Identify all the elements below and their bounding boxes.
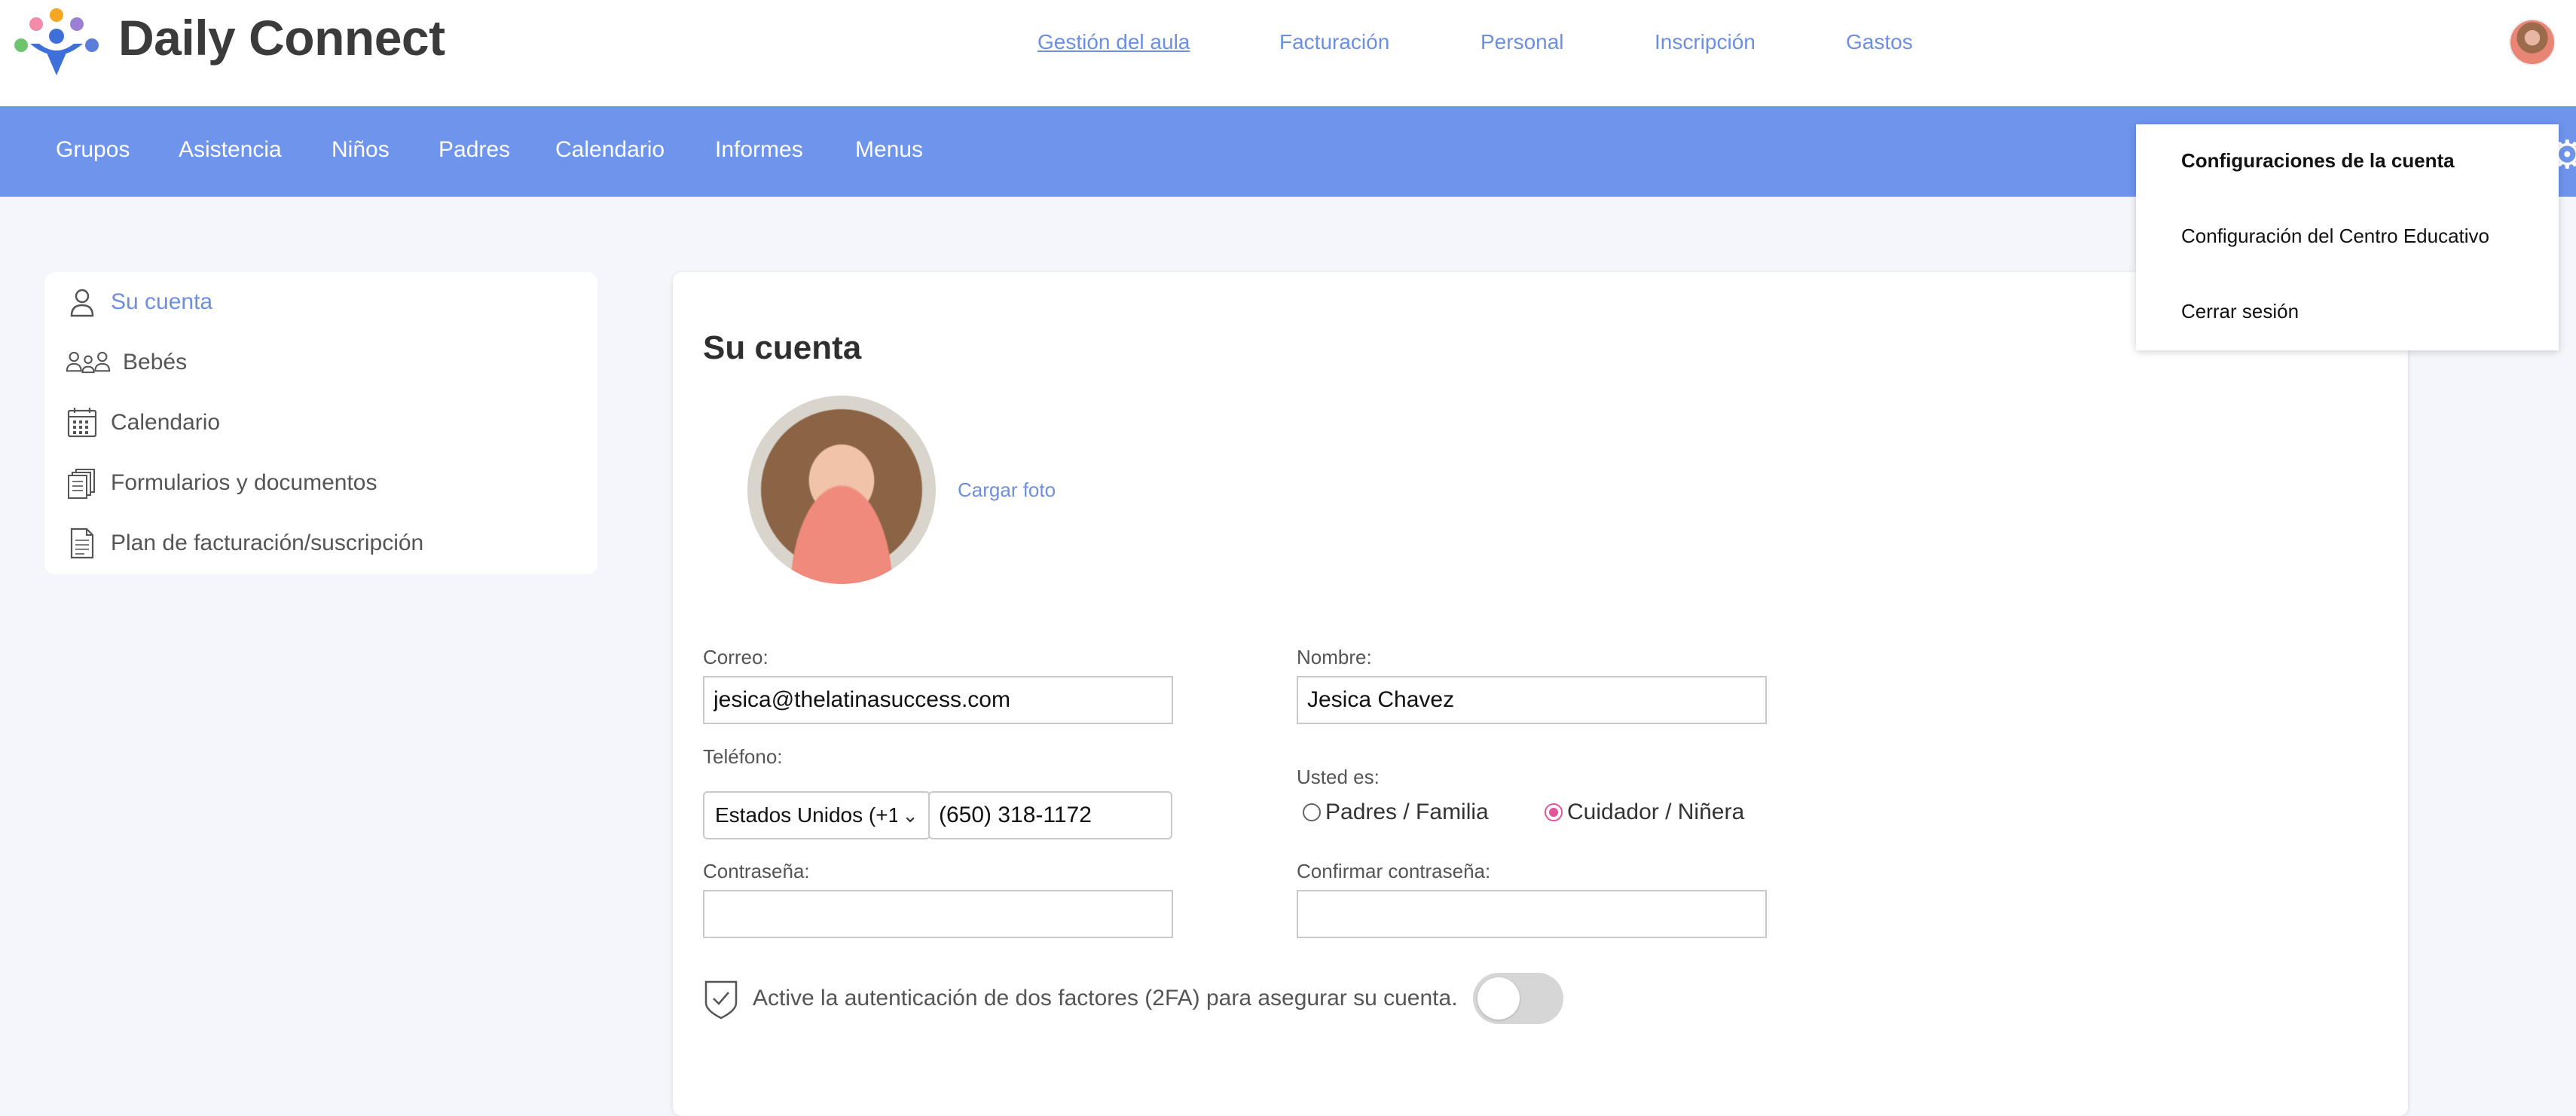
sidebar-item-bebes[interactable]: Bebés (66, 340, 585, 385)
nav-calendario[interactable]: Calendario (555, 137, 665, 163)
email-field[interactable] (703, 676, 1173, 724)
documents-icon (68, 469, 95, 499)
document-icon (70, 527, 94, 559)
phone-label: Teléfono: (703, 745, 783, 768)
shield-check-icon (704, 980, 738, 1020)
name-label: Nombre: (1297, 646, 1372, 668)
sidebar-item-label: Bebés (123, 350, 188, 375)
role-option-cuidador[interactable]: Cuidador / Niñera (1545, 800, 1744, 825)
nav-grupos[interactable]: Grupos (56, 137, 130, 163)
people-icon (66, 351, 111, 374)
email-label: Correo: (703, 646, 769, 668)
sidebar-item-facturacion[interactable]: Plan de facturación/suscripción (66, 521, 585, 566)
page-title: Su cuenta (703, 329, 862, 366)
top-nav-gastos[interactable]: Gastos (1846, 30, 1913, 54)
radio-button-selected[interactable] (1545, 803, 1563, 821)
radio-button[interactable] (1303, 803, 1321, 821)
password-label: Contraseña: (703, 860, 810, 882)
account-sidebar: Su cuenta Bebés Calendario Formularios y… (44, 272, 597, 574)
user-dropdown-menu: Configuraciones de la cuenta Configuraci… (2136, 124, 2559, 350)
nav-menus[interactable]: Menus (855, 137, 923, 163)
twofa-toggle[interactable] (1472, 973, 1563, 1024)
sidebar-item-label: Plan de facturación/suscripción (111, 530, 424, 555)
role-option-padres[interactable]: Padres / Familia (1303, 800, 1489, 825)
phone-field[interactable] (928, 791, 1172, 839)
sidebar-item-label: Calendario (111, 410, 221, 435)
sidebar-item-label: Formularios y documentos (111, 470, 377, 495)
confirm-password-label: Confirmar contraseña: (1297, 860, 1491, 882)
role-option-label: Padres / Familia (1325, 800, 1489, 824)
sidebar-item-label: Su cuenta (111, 289, 213, 314)
top-nav-personal[interactable]: Personal (1481, 30, 1564, 54)
nav-informes[interactable]: Informes (715, 137, 803, 163)
nav-padres[interactable]: Padres (439, 137, 510, 163)
menu-item-center-settings[interactable]: Configuración del Centro Educativo (2181, 225, 2489, 248)
chevron-down-icon: ⌄ (902, 803, 918, 827)
sidebar-item-formularios[interactable]: Formularios y documentos (66, 460, 585, 506)
nav-asistencia[interactable]: Asistencia (179, 137, 282, 163)
twofa-text: Active la autenticación de dos factores … (753, 986, 1458, 1011)
role-label: Usted es: (1297, 766, 1380, 788)
menu-item-account-settings[interactable]: Configuraciones de la cuenta (2181, 149, 2455, 173)
sidebar-item-calendario[interactable]: Calendario (66, 400, 585, 445)
user-icon (70, 289, 94, 317)
confirm-password-field[interactable] (1297, 890, 1767, 938)
name-field[interactable] (1297, 676, 1767, 724)
user-avatar[interactable] (2509, 19, 2556, 66)
sidebar-item-su-cuenta[interactable]: Su cuenta (66, 280, 585, 325)
toggle-knob (1477, 977, 1520, 1020)
password-field[interactable] (703, 890, 1173, 938)
country-code-value: Estados Unidos (+1 (715, 803, 898, 827)
profile-photo (747, 396, 936, 584)
role-option-label: Cuidador / Niñera (1567, 800, 1745, 824)
calendar-icon (67, 408, 97, 438)
top-nav-gestion-aula[interactable]: Gestión del aula (1037, 30, 1190, 54)
top-nav-inscripcion[interactable]: Inscripción (1655, 30, 1756, 54)
top-header: Daily Connect Gestión del aula Facturaci… (0, 0, 2576, 106)
country-code-select[interactable]: Estados Unidos (+1 ⌄ (703, 791, 930, 839)
nav-ninos[interactable]: Niños (332, 137, 390, 163)
twofa-row: Active la autenticación de dos factores … (703, 972, 1563, 1025)
brand-name: Daily Connect (118, 10, 445, 66)
top-nav-facturacion[interactable]: Facturación (1279, 30, 1389, 54)
upload-photo-link[interactable]: Cargar foto (958, 479, 1056, 502)
account-card: Su cuenta Cargar foto Correo: Nombre: Te… (673, 272, 2408, 1116)
daily-connect-logo[interactable] (14, 8, 100, 77)
menu-item-logout[interactable]: Cerrar sesión (2181, 300, 2299, 323)
